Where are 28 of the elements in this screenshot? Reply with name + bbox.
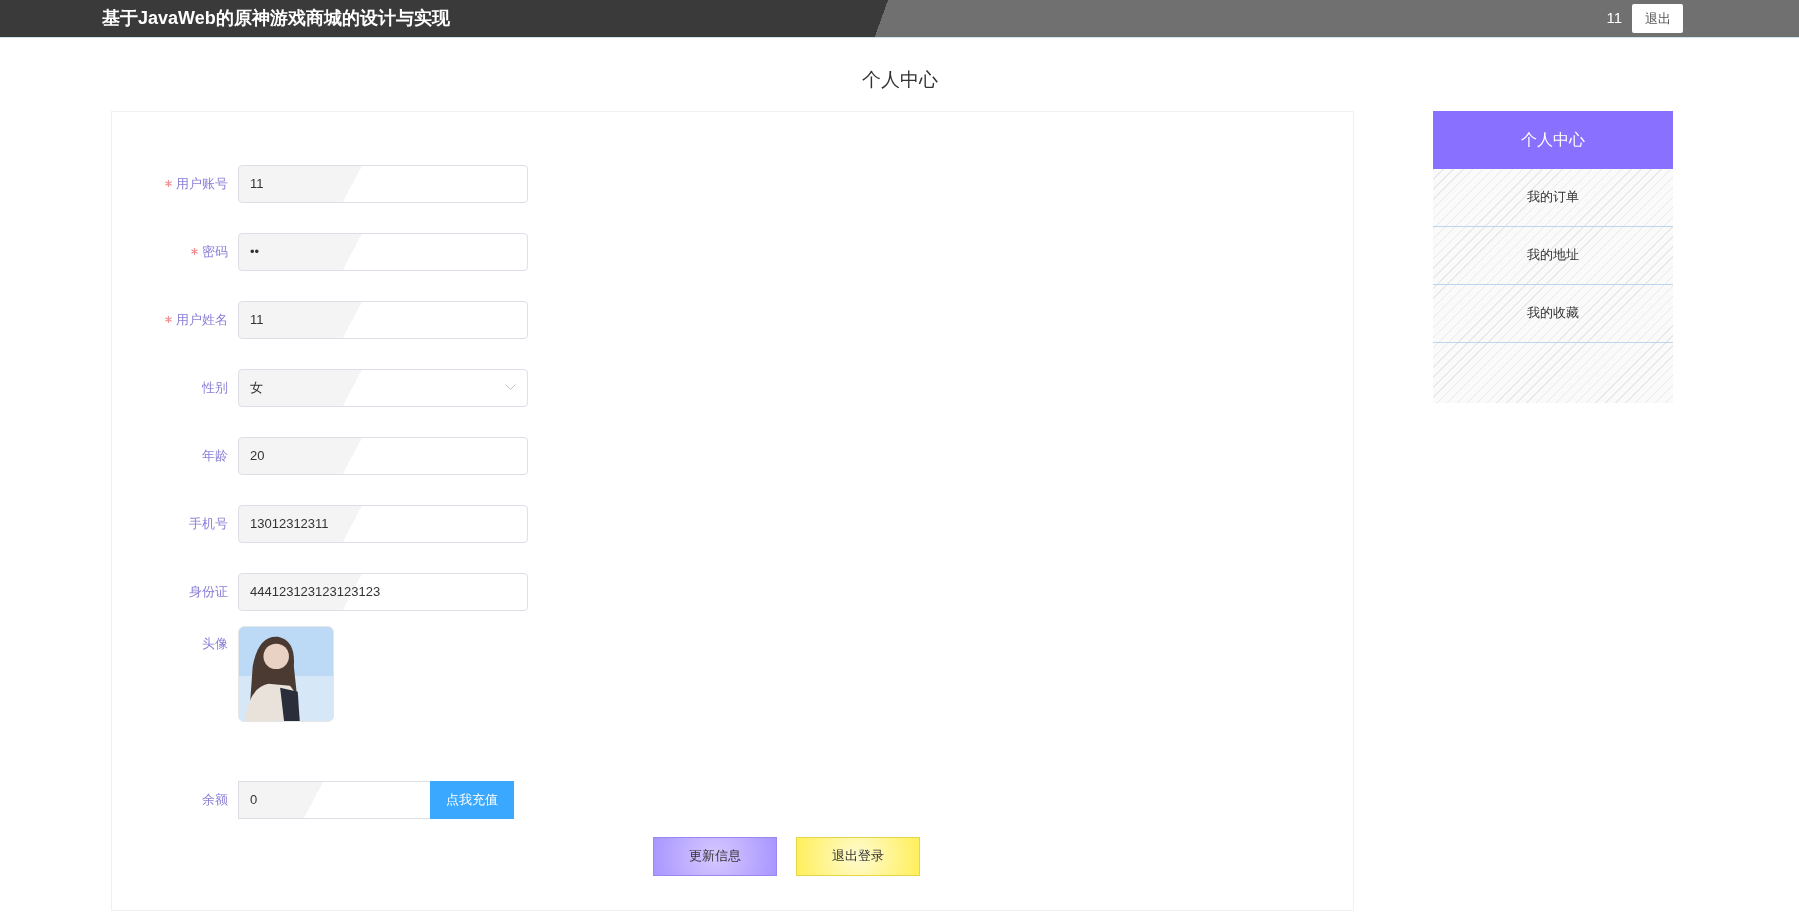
- field-label: 用户姓名: [176, 310, 228, 329]
- field-label: 余额: [202, 790, 228, 809]
- site-title: 基于JavaWeb的原神游戏商城的设计与实现: [102, 7, 450, 30]
- field-label: 身份证: [189, 582, 228, 601]
- update-button[interactable]: 更新信息: [653, 836, 777, 876]
- sidebar-item[interactable]: 我的订单: [1433, 168, 1673, 227]
- field-label: 密码: [202, 242, 228, 261]
- text-field[interactable]: 444123123123123123: [238, 572, 528, 611]
- field-label: 年龄: [202, 446, 228, 465]
- text-field[interactable]: 11: [238, 300, 528, 339]
- username-text: 11: [1606, 8, 1622, 29]
- page-title: 个人中心: [860, 68, 939, 92]
- balance-field[interactable]: 0: [238, 780, 430, 819]
- logout-button[interactable]: 退出登录: [796, 836, 920, 876]
- sidebar-title: 个人中心: [1433, 110, 1673, 169]
- sidebar-item[interactable]: 我的地址: [1433, 226, 1673, 285]
- field-label: 头像: [202, 634, 228, 653]
- logout-button[interactable]: 退出: [1632, 4, 1683, 33]
- field-label: 用户账号: [176, 174, 228, 193]
- chevron-down-icon: [505, 384, 516, 391]
- select-field[interactable]: 女: [238, 368, 528, 407]
- text-field[interactable]: 11: [238, 164, 528, 203]
- field-label: 手机号: [189, 514, 228, 533]
- sidebar-item[interactable]: 我的收藏: [1433, 284, 1673, 343]
- text-field[interactable]: 20: [238, 436, 528, 475]
- field-label: 性别: [202, 378, 228, 397]
- text-field[interactable]: ••: [238, 232, 528, 271]
- text-field[interactable]: 13012312311: [238, 504, 528, 543]
